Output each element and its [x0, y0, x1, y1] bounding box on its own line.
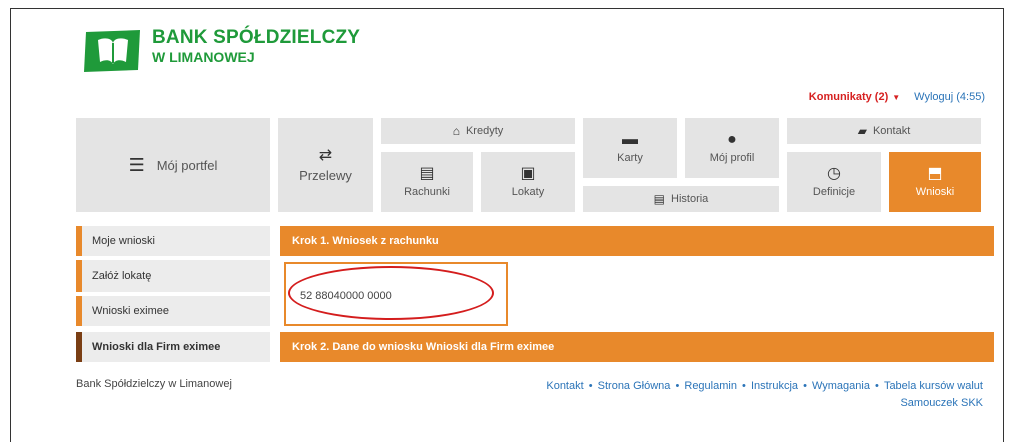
nav-moj-profil-label: Mój profil [709, 152, 755, 164]
footer-bank-name: Bank Spółdzielczy w Limanowej [76, 378, 232, 390]
list-icon: ☰ [128, 154, 145, 175]
briefcase-icon: ▣ [520, 165, 536, 182]
highlight-ellipse [288, 266, 494, 320]
nav-definicje-label: Definicje [812, 186, 856, 198]
sidebar-item-label: Wnioski dla Firm eximee [92, 341, 221, 353]
nav-moj-portfel[interactable]: ☰ Mój portfel [76, 118, 270, 212]
nav-wnioski-label: Wnioski [915, 186, 955, 198]
step2-title: Krok 2. Dane do wniosku Wnioski dla Firm… [292, 341, 555, 353]
nav-moj-portfel-label: Mój portfel [156, 157, 218, 173]
bank-logo-icon [82, 28, 144, 74]
footer-link-tabela-kursow[interactable]: Tabela kursów walut [884, 380, 983, 392]
nav-przelewy-label: Przelewy [299, 167, 352, 183]
inbox-icon: ⬒ [927, 165, 943, 182]
sidebar-item-wnioski-eximee[interactable]: Wnioski eximee [76, 296, 270, 326]
footer-link-strona-glowna[interactable]: Strona Główna [598, 380, 671, 392]
sidebar-item-label: Załóż lokatę [92, 270, 152, 282]
nav-karty-label: Karty [617, 152, 643, 164]
footer-link-instrukcja[interactable]: Instrukcja [751, 380, 798, 392]
step1-title: Krok 1. Wniosek z rachunku [292, 235, 439, 247]
step2-header: Krok 2. Dane do wniosku Wnioski dla Firm… [280, 332, 994, 362]
nav-historia-label: Historia [671, 193, 709, 205]
nav-rachunki-label: Rachunki [404, 186, 450, 198]
card-icon: ▬ [622, 131, 638, 148]
sidebar-item-label: Moje wnioski [92, 235, 155, 247]
footer-links: Kontakt • Strona Główna • Regulamin • In… [546, 380, 983, 409]
nav-kredyty-label: Kredyty [465, 125, 504, 137]
footer-link-samouczek[interactable]: Samouczek SKK [900, 397, 983, 409]
document-icon: ▤ [419, 165, 435, 182]
chat-icon: ▰ [857, 124, 867, 138]
logo-line2: W LIMANOWEJ [152, 49, 255, 65]
history-list-icon: ▤ [653, 192, 666, 206]
sidebar-item-moje-wnioski[interactable]: Moje wnioski [76, 226, 270, 256]
home-icon: ⌂ [452, 124, 460, 138]
nav-kontakt-label: Kontakt [872, 125, 911, 137]
nav-rachunki[interactable]: ▤ Rachunki [381, 152, 473, 212]
nav-kontakt[interactable]: ▰ Kontakt [787, 118, 981, 144]
komunikaty-link[interactable]: Komunikaty (2) ▼ [809, 91, 900, 103]
clock-icon: ◷ [827, 165, 841, 182]
nav-lokaty[interactable]: ▣ Lokaty [481, 152, 575, 212]
sidebar-item-zaloz-lokate[interactable]: Załóż lokatę [76, 260, 270, 292]
nav-moj-profil[interactable]: ● Mój profil [685, 118, 779, 178]
nav-przelewy[interactable]: ⇄ Przelewy [278, 118, 373, 212]
nav-lokaty-label: Lokaty [511, 186, 545, 198]
sidebar-item-label: Wnioski eximee [92, 305, 170, 317]
footer-link-wymagania[interactable]: Wymagania [812, 380, 870, 392]
footer-link-regulamin[interactable]: Regulamin [684, 380, 737, 392]
nav-definicje[interactable]: ◷ Definicje [787, 152, 881, 212]
nav-wnioski[interactable]: ⬒ Wnioski [889, 152, 981, 212]
nav-historia[interactable]: ▤ Historia [583, 186, 779, 212]
transfer-arrows-icon: ⇄ [318, 146, 333, 164]
step1-header: Krok 1. Wniosek z rachunku [280, 226, 994, 256]
header-links: Komunikaty (2) ▼ Wyloguj (4:55) [809, 91, 985, 103]
bank-logo[interactable]: BANK SPÓŁDZIELCZY W LIMANOWEJ [82, 28, 360, 74]
logo-line1: BANK SPÓŁDZIELCZY [152, 27, 361, 48]
nav-kredyty[interactable]: ⌂ Kredyty [381, 118, 575, 144]
logout-link[interactable]: Wyloguj (4:55) [914, 91, 985, 103]
chevron-down-icon: ▼ [892, 93, 901, 102]
footer-link-kontakt[interactable]: Kontakt [546, 380, 583, 392]
nav-karty[interactable]: ▬ Karty [583, 118, 677, 178]
sidebar-item-wnioski-firm[interactable]: Wnioski dla Firm eximee [76, 332, 270, 362]
user-icon: ● [727, 131, 737, 148]
